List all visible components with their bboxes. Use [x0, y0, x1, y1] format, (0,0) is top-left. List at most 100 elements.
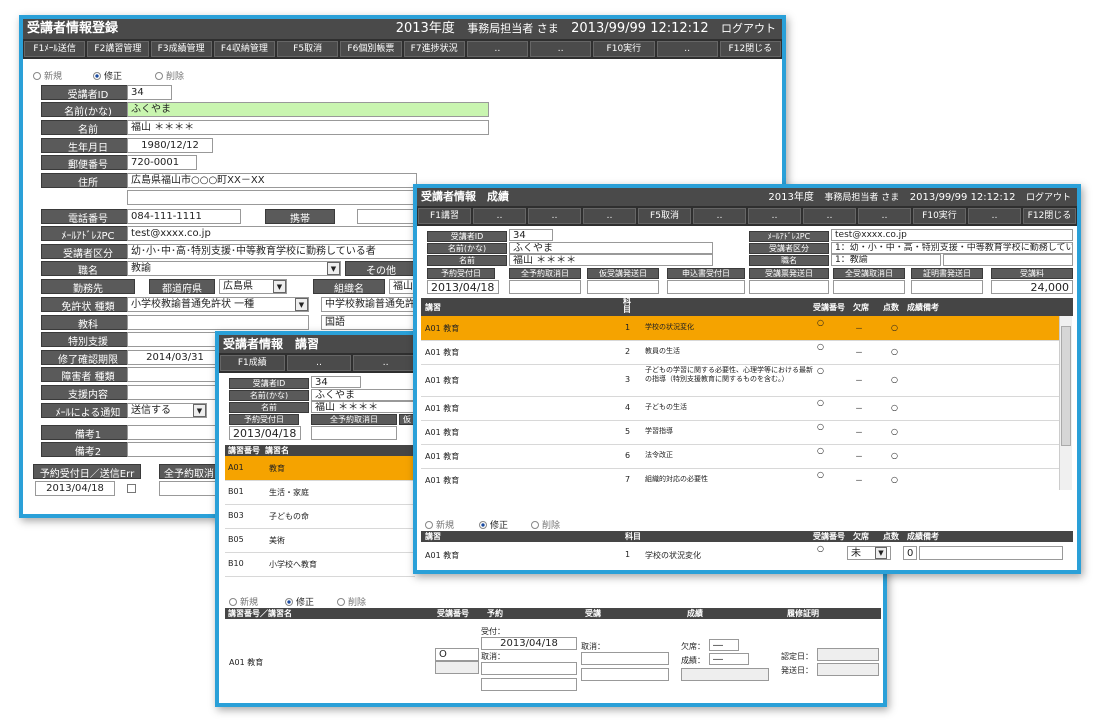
fkey-button-10[interactable]: F10実行 — [593, 41, 655, 57]
ticket-field[interactable] — [749, 280, 829, 294]
id-field[interactable]: 34 — [509, 229, 553, 241]
mode-delete-radio[interactable]: 削除 — [337, 595, 366, 608]
send-field[interactable] — [817, 663, 879, 676]
fkey-button-1[interactable]: F1成績 — [220, 355, 285, 371]
reserve-cancel-field-2[interactable] — [481, 678, 577, 691]
apply-field[interactable] — [667, 280, 745, 294]
mode-new-radio[interactable]: 新規 — [33, 69, 62, 82]
email-field[interactable]: test@xxxx.co.jp — [127, 226, 417, 241]
accept-date-field[interactable]: 2013/04/18 — [481, 637, 577, 650]
fkey-button-3[interactable]: ‥ — [528, 208, 581, 224]
disability-field[interactable] — [127, 367, 223, 382]
fkey-button-12[interactable]: F12閉じる — [719, 41, 781, 57]
fkey-button-5[interactable]: F5取消 — [277, 41, 339, 57]
absent-field[interactable]: ― — [709, 639, 739, 651]
fkey-button-1[interactable]: F1ﾒｰﾙ送信 — [24, 41, 86, 57]
kana-field[interactable]: ふくやま — [127, 102, 489, 117]
name-field[interactable]: 福山 ＊＊＊＊ — [311, 401, 415, 413]
cancel-attend-field[interactable] — [833, 280, 905, 294]
name-field[interactable]: 福山 ＊＊＊＊ — [127, 120, 489, 135]
fkey-button-2[interactable]: F2講習管理 — [87, 41, 149, 57]
license2-field[interactable]: 中学校教諭普通免許状 — [321, 297, 417, 312]
fkey-button-12[interactable]: F12閉じる — [1023, 208, 1076, 224]
fkey-button-10[interactable]: F10実行 — [913, 208, 966, 224]
attend-cancel-field[interactable] — [581, 652, 669, 665]
table-row[interactable]: A01 教育 3 子どもの学習に関する必要性、心理学等における最新の指導（特別支援教… — [421, 364, 1059, 397]
note2-field[interactable] — [127, 442, 223, 457]
notify-dropdown[interactable]: ▼ — [193, 404, 206, 417]
tentative-field[interactable] — [587, 280, 659, 294]
table-row[interactable]: A01 教育 1 学校の状況変化 ○ － ○ — [421, 316, 1059, 341]
job-field-2[interactable] — [943, 254, 1073, 266]
subject2-field[interactable]: 国語 — [321, 315, 417, 330]
category-field[interactable]: 幼･小･中･高･特別支援･中等教育学校に勤務している者 — [127, 244, 417, 259]
fkey-button-11[interactable]: ‥ — [968, 208, 1021, 224]
grade-field[interactable]: ― — [709, 653, 749, 665]
email-field[interactable]: test@xxxx.co.jp — [831, 229, 1073, 241]
reserve-field[interactable]: 2013/04/18 — [427, 280, 499, 294]
logout-link[interactable]: ログアウト — [721, 22, 776, 35]
cancel-field[interactable] — [159, 481, 219, 496]
fkey-button-2[interactable]: ‥ — [473, 208, 526, 224]
reserve-field[interactable]: 2013/04/18 — [229, 426, 301, 440]
cancel-all-field[interactable] — [509, 280, 581, 294]
special-field[interactable] — [127, 332, 227, 347]
edit-num-field-2[interactable] — [435, 661, 479, 674]
zip-field[interactable]: 720-0001 — [127, 155, 197, 170]
support-field[interactable] — [127, 385, 223, 400]
approve-field[interactable] — [817, 648, 879, 661]
absent-dropdown[interactable]: ▼ — [875, 547, 887, 559]
table-row[interactable]: A01 教育 2 教員の生活 ○ － ○ — [421, 340, 1059, 365]
birth-field[interactable]: 1980/12/12 — [127, 138, 213, 153]
fkey-button-7[interactable]: ‥ — [748, 208, 801, 224]
cert-field[interactable] — [911, 280, 983, 294]
fkey-button-7[interactable]: F7進捗状況 — [403, 41, 465, 57]
kana-field[interactable]: ふくやま — [311, 389, 415, 401]
grades-scrollbar[interactable] — [1059, 316, 1072, 490]
license1-field[interactable]: 小学校教諭普通免許状 一種 — [127, 297, 309, 312]
deadline-field[interactable]: 2014/03/31 — [127, 350, 223, 365]
license1-dropdown[interactable]: ▼ — [295, 298, 308, 311]
fkey-button-9[interactable]: ‥ — [530, 41, 592, 57]
mode-edit-radio[interactable]: 修正 — [285, 595, 314, 608]
mobile-field[interactable] — [357, 209, 417, 224]
attend-cancel-field-2[interactable] — [581, 668, 669, 681]
fkey-button-5[interactable]: F5取消 — [638, 208, 691, 224]
fkey-button-6[interactable]: ‥ — [693, 208, 746, 224]
logout-link[interactable]: ログアウト — [1026, 193, 1071, 203]
mode-delete-radio[interactable]: 削除 — [155, 69, 184, 82]
edit-num-field[interactable]: O — [435, 648, 479, 661]
job-dropdown[interactable]: ▼ — [327, 262, 340, 275]
reserve-field[interactable]: 2013/04/18 — [35, 481, 115, 496]
subject1-field[interactable] — [127, 315, 309, 330]
kana-field[interactable]: ふくやま — [509, 242, 713, 254]
list-item[interactable]: B05 美術 — [225, 528, 415, 553]
list-item[interactable]: B01 生活・家庭 — [225, 480, 415, 505]
mode-edit-radio[interactable]: 修正 — [479, 518, 508, 531]
fee-field[interactable]: 24,000 — [991, 280, 1073, 294]
category-field[interactable]: 1：幼・小・中・高・特別支援・中等教育学校に勤務している者 — [831, 242, 1073, 254]
job-field[interactable]: 1：教諭 — [831, 254, 941, 266]
fkey-button-3[interactable]: F3成績管理 — [150, 41, 212, 57]
list-item[interactable]: B03 子どもの命 — [225, 504, 415, 529]
table-row[interactable]: A01 教育 4 子どもの生活 ○ － ○ — [421, 396, 1059, 421]
edit-note-field[interactable] — [919, 546, 1063, 560]
list-item[interactable]: B10 小学校へ教育 — [225, 552, 415, 577]
table-row[interactable]: A01 教育 6 法令改正 ○ － ○ — [421, 444, 1059, 469]
grade-field-2[interactable] — [681, 668, 769, 681]
mode-new-radio[interactable]: 新規 — [425, 518, 454, 531]
id-field[interactable]: 34 — [127, 85, 172, 100]
mode-edit-radio[interactable]: 修正 — [93, 69, 122, 82]
id-field[interactable]: 34 — [311, 376, 361, 388]
edit-score-field[interactable]: 0 — [903, 546, 917, 560]
mode-new-radio[interactable]: 新規 — [229, 595, 258, 608]
fkey-button-11[interactable]: ‥ — [656, 41, 718, 57]
pref-dropdown[interactable]: ▼ — [273, 280, 286, 293]
list-item[interactable]: A01 教育 — [225, 456, 415, 481]
address-field[interactable]: 広島県福山市○○○町XX－XX — [127, 173, 417, 188]
fkey-button-8[interactable]: ‥ — [466, 41, 528, 57]
fkey-button-1[interactable]: F1講習 — [418, 208, 471, 224]
fkey-button-9[interactable]: ‥ — [858, 208, 911, 224]
fkey-button-8[interactable]: ‥ — [803, 208, 856, 224]
cancel-all-field[interactable] — [311, 426, 397, 440]
